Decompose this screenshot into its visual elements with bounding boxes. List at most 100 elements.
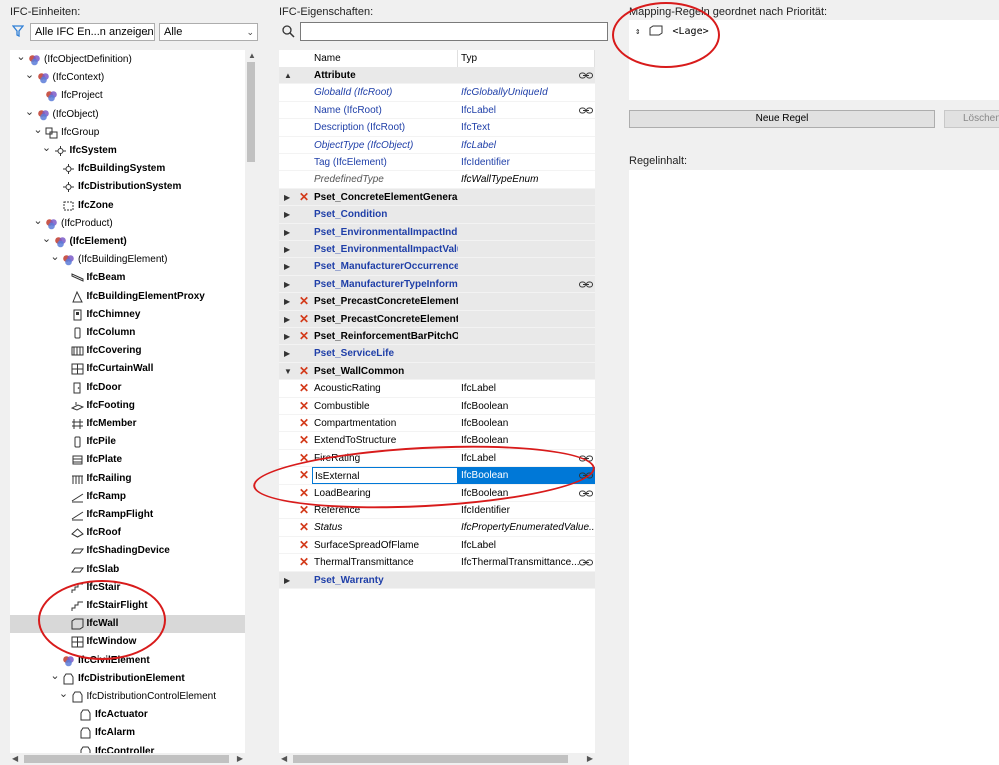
remove-x-icon[interactable]: ✕ <box>299 450 309 467</box>
property-row[interactable]: Description (IfcRoot) IfcText <box>279 119 595 137</box>
property-set-row[interactable]: ▶ Pset_ManufacturerOccurrence <box>279 258 595 276</box>
remove-x-icon[interactable]: ✕ <box>299 293 309 310</box>
scope-select[interactable]: Alle ⌄ <box>159 23 258 41</box>
tree-item[interactable]: IfcShadingDevice <box>10 542 245 560</box>
tree-item[interactable]: ⌄ (IfcContext) <box>10 69 245 87</box>
chevron-down-icon[interactable]: ⌄ <box>25 103 35 121</box>
property-row[interactable]: PredefinedType IfcWallTypeEnum <box>279 171 595 189</box>
remove-x-icon[interactable]: ✕ <box>299 554 309 571</box>
tree-item[interactable]: IfcProject <box>10 87 245 105</box>
chevron-down-icon[interactable]: ⌄ <box>33 121 43 139</box>
tree-item[interactable]: ⌄ (IfcElement) <box>10 233 245 251</box>
tree-item[interactable]: IfcStair <box>10 579 245 597</box>
tree-item[interactable]: IfcBeam <box>10 269 245 287</box>
tree-item[interactable]: IfcRamp <box>10 488 245 506</box>
tree-item[interactable]: ⌄ (IfcObject) <box>10 106 245 124</box>
property-set-row[interactable]: ▶ ✕ Pset_ReinforcementBarPitchOf... <box>279 328 595 346</box>
property-row[interactable]: ✕ AcousticRating IfcLabel <box>279 380 595 398</box>
tree-item[interactable]: IfcCurtainWall <box>10 360 245 378</box>
remove-x-icon[interactable]: ✕ <box>299 380 309 397</box>
property-set-row[interactable]: ▶ Pset_ServiceLife <box>279 345 595 363</box>
expand-arrow-icon[interactable]: ▶ <box>284 293 290 310</box>
chevron-down-icon[interactable]: ⌄ <box>50 667 60 685</box>
scroll-thumb[interactable] <box>293 755 568 763</box>
tree-item[interactable]: IfcCivilElement <box>10 652 245 670</box>
chevron-down-icon[interactable]: ⌄ <box>33 212 43 230</box>
tree-item[interactable]: IfcFooting <box>10 397 245 415</box>
tree-item[interactable]: ⌄ (IfcObjectDefinition) <box>10 51 245 69</box>
tree-item[interactable]: IfcRoof <box>10 524 245 542</box>
expand-arrow-icon[interactable]: ▶ <box>284 276 290 293</box>
property-set-row[interactable]: ▶ Pset_Warranty <box>279 571 595 589</box>
ifc-properties-table[interactable]: Name Typ ▲ Attribute GlobalId (IfcRoot) Ifc… <box>279 50 595 765</box>
property-set-row[interactable]: ▶ Pset_EnvironmentalImpactValues <box>279 241 595 259</box>
tree-item[interactable]: IfcRailing <box>10 470 245 488</box>
tree-item[interactable]: IfcDoor <box>10 379 245 397</box>
drag-handle-icon[interactable]: ⇕ <box>635 27 640 37</box>
property-row[interactable]: ✕ LoadBearing IfcBoolean <box>279 485 595 502</box>
chevron-down-icon[interactable]: ⌄ <box>25 66 35 84</box>
remove-x-icon[interactable]: ✕ <box>299 398 309 415</box>
tree-item[interactable]: IfcZone <box>10 197 245 215</box>
remove-x-icon[interactable]: ✕ <box>299 189 309 206</box>
property-set-row[interactable]: ▶ Pset_EnvironmentalImpactIndic... <box>279 223 595 241</box>
chevron-down-icon[interactable]: ⌄ <box>42 139 52 157</box>
property-search-input[interactable] <box>300 22 608 41</box>
property-row[interactable]: ✕ Compartmentation IfcBoolean <box>279 415 595 433</box>
property-row[interactable]: ✕ Reference IfcIdentifier <box>279 502 595 520</box>
expand-arrow-icon[interactable]: ▶ <box>284 328 290 345</box>
remove-x-icon[interactable]: ✕ <box>299 519 309 536</box>
remove-x-icon[interactable]: ✕ <box>299 311 309 328</box>
property-set-row[interactable]: ▶ Pset_ManufacturerTypeInforma... <box>279 275 595 294</box>
filter-icon[interactable] <box>11 25 26 39</box>
property-row[interactable]: ✕ Status IfcPropertyEnumeratedValue... <box>279 519 595 537</box>
property-row[interactable]: Tag (IfcElement) IfcIdentifier <box>279 154 595 172</box>
expand-arrow-icon[interactable]: ▶ <box>284 206 290 223</box>
tree-item[interactable]: IfcColumn <box>10 324 245 342</box>
tree-item[interactable]: IfcPlate <box>10 451 245 469</box>
property-set-row[interactable]: ▲ Attribute <box>279 67 595 85</box>
scroll-thumb[interactable] <box>247 62 255 162</box>
expand-arrow-icon[interactable]: ▶ <box>284 224 290 241</box>
tree-item[interactable]: IfcBuildingElementProxy <box>10 288 245 306</box>
new-rule-button[interactable]: Neue Regel <box>629 110 935 128</box>
remove-x-icon[interactable]: ✕ <box>299 363 309 380</box>
tree-item[interactable]: IfcBuildingSystem <box>10 160 245 178</box>
scroll-thumb[interactable] <box>24 755 229 763</box>
tree-item[interactable]: IfcPile <box>10 433 245 451</box>
chevron-down-icon[interactable]: ⌄ <box>50 248 60 266</box>
property-row[interactable]: ObjectType (IfcObject) IfcLabel <box>279 137 595 154</box>
property-row[interactable]: ✕ ExtendToStructure IfcBoolean <box>279 432 595 450</box>
tree-horizontal-scrollbar[interactable]: ◀ ▶ <box>10 753 245 765</box>
remove-x-icon[interactable]: ✕ <box>299 537 309 554</box>
tree-item[interactable]: IfcActuator <box>10 706 245 724</box>
tree-item[interactable]: ⌄ (IfcBuildingElement) <box>10 251 245 269</box>
expand-arrow-icon[interactable]: ▶ <box>284 572 290 589</box>
property-set-row[interactable]: ▶ ✕ Pset_PrecastConcreteElementG... <box>279 310 595 328</box>
tree-item[interactable]: ⌄ IfcDistributionElement <box>10 670 245 688</box>
property-set-row[interactable]: ▶ ✕ Pset_PrecastConcreteElementFa... <box>279 293 595 311</box>
expand-arrow-icon[interactable]: ▶ <box>284 345 290 362</box>
property-row[interactable]: ✕ IsExternal IfcBoolean <box>279 467 595 485</box>
tree-item[interactable]: IfcRampFlight <box>10 506 245 524</box>
tree-vertical-scrollbar[interactable]: ▲ <box>245 50 257 753</box>
property-set-row[interactable]: ▶ ✕ Pset_ConcreteElementGeneral <box>279 188 595 207</box>
tree-item[interactable]: IfcCovering <box>10 342 245 360</box>
tree-item[interactable]: IfcController <box>10 743 245 753</box>
expand-arrow-icon[interactable]: ▶ <box>284 189 290 206</box>
remove-x-icon[interactable]: ✕ <box>299 485 309 502</box>
tree-item[interactable]: IfcMember <box>10 415 245 433</box>
tree-item[interactable]: ⌄ IfcSystem <box>10 142 245 160</box>
remove-x-icon[interactable]: ✕ <box>299 415 309 432</box>
remove-x-icon[interactable]: ✕ <box>299 432 309 449</box>
collapse-arrow-icon[interactable]: ▼ <box>284 363 292 380</box>
chevron-down-icon[interactable]: ⌄ <box>59 685 69 703</box>
property-set-row[interactable]: ▶ Pset_Condition <box>279 206 595 224</box>
tree-item[interactable]: IfcChimney <box>10 306 245 324</box>
chevron-down-icon[interactable]: ⌄ <box>16 50 26 66</box>
remove-x-icon[interactable]: ✕ <box>299 328 309 345</box>
expand-arrow-icon[interactable]: ▶ <box>284 241 290 258</box>
tree-item[interactable]: IfcWindow <box>10 633 245 651</box>
rule-content-area[interactable] <box>629 170 999 765</box>
remove-x-icon[interactable]: ✕ <box>299 502 309 519</box>
